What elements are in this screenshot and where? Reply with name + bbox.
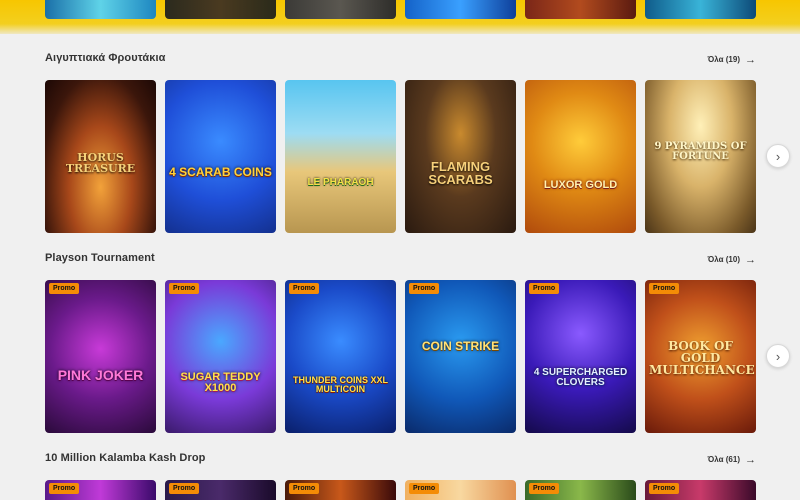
see-all-link[interactable]: Όλα (61) → — [707, 453, 756, 466]
see-all-label: Όλα (10) — [707, 255, 740, 264]
game-card[interactable]: Horus Treasure — [45, 80, 156, 233]
game-title: Horus Treasure — [65, 151, 136, 175]
game-card[interactable]: Promo Coin Strike — [405, 280, 516, 433]
game-card[interactable]: Promo — [165, 480, 276, 500]
chevron-right-icon: › — [775, 348, 781, 364]
game-card[interactable]: Promo Book of Gold Multichance — [645, 280, 756, 433]
promo-badge: Promo — [529, 283, 560, 294]
promo-badge: Promo — [49, 283, 80, 294]
promo-badge: Promo — [169, 283, 200, 294]
promo-badge: Promo — [49, 483, 80, 494]
game-card[interactable]: Promo — [525, 480, 636, 500]
game-title: Coin Strike — [421, 339, 500, 353]
game-thumbnail[interactable] — [165, 0, 276, 19]
game-thumbnail[interactable] — [45, 0, 156, 19]
game-thumbnail[interactable] — [645, 0, 756, 19]
game-card[interactable]: Flaming Scarabs — [405, 80, 516, 233]
see-all-link[interactable]: Όλα (10) → — [707, 253, 756, 266]
game-card[interactable]: Promo — [285, 480, 396, 500]
game-title: 4 Scarab Coins — [169, 165, 272, 179]
game-title: 4 Supercharged Clovers — [533, 367, 628, 388]
game-title: Luxor Gold — [543, 179, 618, 191]
arrow-right-icon: → — [745, 453, 756, 466]
game-card[interactable]: Promo Thunder Coins XXL Multicoin — [285, 280, 396, 433]
chevron-right-icon: › — [775, 148, 781, 164]
game-carousel: Horus Treasure 4 Scarab Coins Le Pharaoh… — [45, 80, 765, 233]
game-carousel: Promo Promo Promo Promo Promo Promo — [45, 480, 765, 500]
promo-badge: Promo — [409, 283, 440, 294]
see-all-link[interactable]: Όλα (19) → — [707, 53, 756, 66]
promo-badge: Promo — [649, 483, 680, 494]
game-card[interactable]: Promo 4 Supercharged Clovers — [525, 280, 636, 433]
section-title: Αιγυπτιακά Φρουτάκια — [45, 52, 166, 64]
previous-carousel-strip — [0, 0, 800, 34]
arrow-right-icon: → — [745, 53, 756, 66]
game-card[interactable]: Le Pharaoh — [285, 80, 396, 233]
promo-badge: Promo — [289, 483, 320, 494]
game-title: Thunder Coins XXL Multicoin — [292, 375, 388, 394]
section-title: 10 Million Kalamba Kash Drop — [45, 452, 206, 464]
game-thumbnail[interactable] — [525, 0, 636, 19]
game-title: Pink Joker — [57, 367, 144, 383]
game-thumbnail[interactable] — [285, 0, 396, 19]
game-title: 9 Pyramids of Fortune — [654, 141, 747, 162]
game-title: Le Pharaoh — [307, 177, 374, 188]
carousel-next-button[interactable]: › — [766, 144, 790, 168]
game-title: Book of Gold Multichance — [649, 339, 755, 377]
promo-badge: Promo — [649, 283, 680, 294]
game-card[interactable]: 9 Pyramids of Fortune — [645, 80, 756, 233]
game-card[interactable]: Promo Pink Joker — [45, 280, 156, 433]
carousel-next-button[interactable]: › — [766, 344, 790, 368]
game-title: Flaming Scarabs — [428, 159, 493, 187]
promo-badge: Promo — [169, 483, 200, 494]
game-card[interactable]: Promo — [645, 480, 756, 500]
game-card[interactable]: 4 Scarab Coins — [165, 80, 276, 233]
game-card[interactable]: Promo — [405, 480, 516, 500]
promo-badge: Promo — [289, 283, 320, 294]
promo-badge: Promo — [409, 483, 440, 494]
game-title: Sugar Teddy x1000 — [180, 371, 261, 394]
see-all-label: Όλα (61) — [707, 455, 740, 464]
game-card[interactable]: Luxor Gold — [525, 80, 636, 233]
see-all-label: Όλα (19) — [707, 55, 740, 64]
game-carousel: Promo Pink Joker Promo Sugar Teddy x1000… — [45, 280, 765, 433]
section-title: Playson Tournament — [45, 252, 155, 264]
game-card[interactable]: Promo — [45, 480, 156, 500]
game-thumbnail[interactable] — [405, 0, 516, 19]
game-card[interactable]: Promo Sugar Teddy x1000 — [165, 280, 276, 433]
arrow-right-icon: → — [745, 253, 756, 266]
promo-badge: Promo — [529, 483, 560, 494]
